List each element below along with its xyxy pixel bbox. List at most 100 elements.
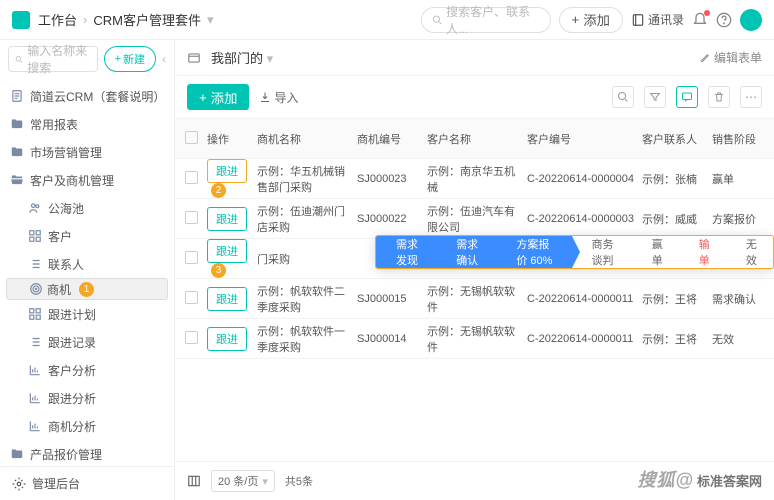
search-icon (15, 54, 23, 65)
row-checkbox[interactable] (185, 251, 198, 264)
folder-icon (10, 145, 24, 159)
sidebar-item[interactable]: 简道云CRM（套餐说明） (0, 82, 174, 110)
global-add-button[interactable]: + 添加 (559, 7, 623, 33)
badge: 3 (211, 263, 226, 278)
collapse-icon[interactable]: ‹ (162, 52, 166, 66)
chevron-down-icon: ▾ (267, 51, 274, 66)
sidebar-item-label: 联系人 (48, 256, 84, 273)
sidebar-item[interactable]: 市场营销管理 (0, 138, 174, 166)
new-button[interactable]: + 新建 (104, 46, 156, 72)
row-checkbox[interactable] (185, 171, 198, 184)
cell-cust: 示例：南京华五机械 (427, 163, 527, 195)
sidebar-item[interactable]: 客户分析 (0, 356, 174, 384)
global-search[interactable]: 搜索客户、联系人... (421, 7, 551, 33)
cell-name: 示例：伍迪潮州门店采购 (257, 203, 357, 235)
follow-button[interactable]: 跟进 (207, 287, 247, 311)
page-total: 共5条 (285, 473, 313, 489)
table-row[interactable]: 跟进 示例：帆软软件二季度采购 SJ000015 示例：无锡帆软软件 C-202… (175, 279, 774, 319)
list-icon (28, 335, 42, 349)
stage-item[interactable]: 商务谈判 (572, 236, 632, 268)
cell-cno: C-20220614-0000003 (527, 213, 642, 225)
col-stage: 销售阶段 (712, 131, 772, 147)
contacts-link[interactable]: 通讯录 (631, 11, 684, 28)
cell-code: SJ000022 (357, 213, 427, 225)
cell-contact: 示例：王将 (642, 331, 712, 347)
table-row[interactable]: 跟进2 示例：华五机械销售部门采购 SJ000023 示例：南京华五机械 C-2… (175, 159, 774, 199)
breadcrumb-suite[interactable]: CRM客户管理套件 (93, 10, 201, 29)
row-checkbox[interactable] (185, 211, 198, 224)
table-row[interactable]: 跟进 示例：帆软软件一季度采购 SJ000014 示例：无锡帆软软件 C-202… (175, 319, 774, 359)
columns-icon[interactable] (187, 474, 201, 488)
stage-item[interactable]: 需求发现 (376, 236, 436, 268)
sidebar-search-ph: 输入名称来搜索 (27, 42, 90, 76)
admin-link[interactable]: 管理后台 (0, 466, 174, 500)
view-selector[interactable]: 我部门的 ▾ (211, 48, 273, 67)
cell-cno: C-20220614-0000011 (527, 333, 642, 345)
search-icon (432, 14, 443, 26)
select-all-checkbox[interactable] (185, 131, 198, 144)
new-label: 新建 (123, 51, 145, 67)
cell-stage: 无效 (712, 331, 772, 347)
sidebar-item-label: 简道云CRM（套餐说明） (30, 88, 164, 105)
trash-tool[interactable] (708, 86, 730, 108)
contacts-label: 通讯录 (648, 11, 684, 28)
stage-item[interactable]: 方案报价 60% (496, 236, 571, 268)
grid-icon (28, 229, 42, 243)
sidebar-item[interactable]: 联系人 (0, 250, 174, 278)
cell-cust: 示例：无锡帆软软件 (427, 323, 527, 355)
row-checkbox[interactable] (185, 331, 198, 344)
badge: 1 (79, 282, 94, 297)
list-icon (28, 257, 42, 271)
sidebar-item[interactable]: 公海池 (0, 194, 174, 222)
col-cno: 客户编号 (527, 131, 642, 147)
sidebar-item[interactable]: 客户及商机管理 (0, 166, 174, 194)
sidebar-item-label: 跟进记录 (48, 334, 96, 351)
table-header: 操作 商机名称 商机编号 客户名称 客户编号 客户联系人 销售阶段 (175, 119, 774, 159)
sidebar-search[interactable]: 输入名称来搜索 (8, 46, 98, 72)
sidebar-item[interactable]: 跟进计划 (0, 300, 174, 328)
stage-item[interactable]: 需求确认 (436, 236, 496, 268)
sidebar-item[interactable]: 跟进分析 (0, 384, 174, 412)
sidebar-item[interactable]: 商机分析 (0, 412, 174, 440)
edit-form-link[interactable]: 编辑表单 (700, 49, 762, 66)
folder-icon (10, 117, 24, 131)
dept-icon (187, 51, 201, 65)
sidebar-item-label: 客户分析 (48, 362, 96, 379)
cell-contact: 示例：张楠 (642, 171, 712, 187)
breadcrumb-workbench[interactable]: 工作台 (38, 10, 77, 29)
plus-icon: + (115, 53, 121, 65)
comment-tool[interactable] (676, 86, 698, 108)
plus-icon: + (572, 12, 580, 27)
help-icon[interactable] (716, 12, 732, 28)
cell-contact: 示例：王将 (642, 291, 712, 307)
search-tool[interactable] (612, 86, 634, 108)
filter-tool[interactable] (644, 86, 666, 108)
sidebar-item-label: 常用报表 (30, 116, 78, 133)
import-button[interactable]: 导入 (259, 89, 298, 106)
sidebar-item[interactable]: 商机1 (6, 278, 168, 300)
follow-button[interactable]: 跟进 (207, 327, 247, 351)
row-checkbox[interactable] (185, 291, 198, 304)
follow-button[interactable]: 跟进 (207, 239, 247, 263)
page-size-select[interactable]: 20 条/页 ▾ (211, 470, 275, 492)
more-tool[interactable]: ⋯ (740, 86, 762, 108)
sidebar-item[interactable]: 跟进记录 (0, 328, 174, 356)
cell-code: SJ000015 (357, 293, 427, 305)
dept-label: 我部门的 (211, 51, 263, 66)
table-row[interactable]: 跟进 示例：伍迪潮州门店采购 SJ000022 示例：伍迪汽车有限公司 C-20… (175, 199, 774, 239)
user-avatar[interactable] (740, 9, 762, 31)
sidebar-item[interactable]: 产品报价管理 (0, 440, 174, 466)
follow-button[interactable]: 跟进 (207, 207, 247, 231)
sidebar-item-label: 产品报价管理 (30, 446, 102, 463)
sidebar-item-label: 客户 (48, 228, 72, 245)
sidebar-item[interactable]: 常用报表 (0, 110, 174, 138)
folder-icon (10, 447, 24, 461)
plus-icon: + (199, 90, 207, 105)
add-record-button[interactable]: + 添加 (187, 84, 249, 110)
follow-button[interactable]: 跟进 (207, 159, 247, 183)
edit-form-label: 编辑表单 (714, 49, 762, 66)
upload-icon (259, 91, 271, 103)
sidebar-item[interactable]: 客户 (0, 222, 174, 250)
bell-icon[interactable] (692, 12, 708, 28)
badge: 2 (211, 183, 226, 198)
